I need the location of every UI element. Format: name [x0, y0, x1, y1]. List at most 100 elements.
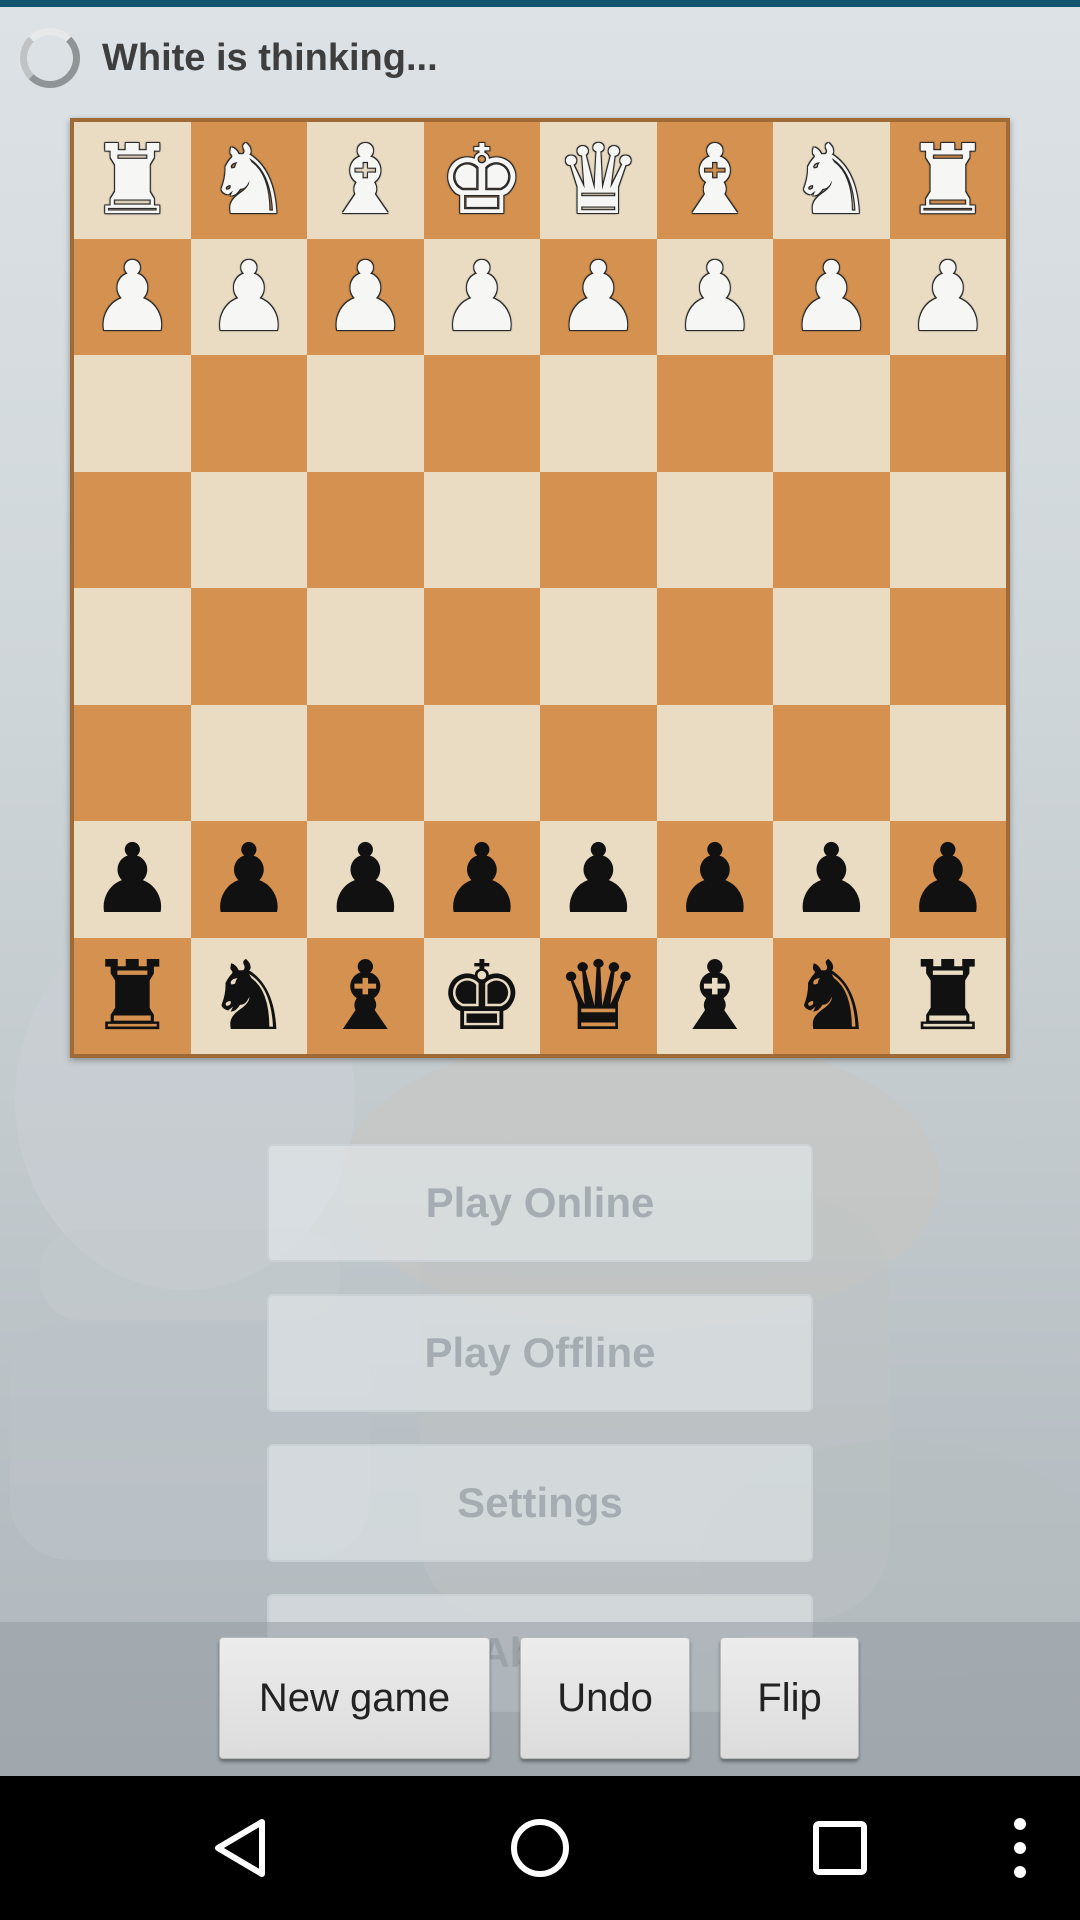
white-bishop-piece[interactable]: ♝ [322, 132, 408, 228]
board-square[interactable] [423, 588, 540, 705]
board-square[interactable]: ♟ [423, 238, 540, 355]
black-pawn-piece[interactable]: ♟ [672, 831, 758, 927]
board-square[interactable] [307, 355, 424, 472]
black-pawn-piece[interactable]: ♟ [89, 831, 175, 927]
board-square[interactable]: ♝ [307, 122, 424, 239]
white-king-piece[interactable]: ♚ [439, 132, 525, 228]
board-square[interactable]: ♛ [540, 122, 657, 239]
board-square[interactable]: ♝ [656, 937, 773, 1054]
board-square[interactable] [307, 471, 424, 588]
board-square[interactable] [540, 704, 657, 821]
board-square[interactable] [423, 704, 540, 821]
board-square[interactable]: ♟ [307, 821, 424, 938]
black-pawn-piece[interactable]: ♟ [905, 831, 991, 927]
board-square[interactable]: ♛ [540, 937, 657, 1054]
board-square[interactable]: ♟ [889, 821, 1006, 938]
board-square[interactable]: ♝ [307, 937, 424, 1054]
board-square[interactable]: ♟ [307, 238, 424, 355]
board-square[interactable]: ♜ [74, 122, 191, 239]
undo-button[interactable]: Undo [520, 1637, 690, 1759]
board-square[interactable]: ♟ [656, 238, 773, 355]
board-square[interactable]: ♟ [74, 238, 191, 355]
white-pawn-piece[interactable]: ♟ [788, 249, 874, 345]
board-square[interactable]: ♜ [889, 937, 1006, 1054]
board-square[interactable] [656, 471, 773, 588]
board-square[interactable] [540, 588, 657, 705]
board-square[interactable] [190, 471, 307, 588]
white-rook-piece[interactable]: ♜ [905, 132, 991, 228]
board-square[interactable]: ♟ [74, 821, 191, 938]
back-triangle-icon[interactable] [206, 1812, 278, 1884]
white-knight-piece[interactable]: ♞ [206, 132, 292, 228]
black-bishop-piece[interactable]: ♝ [322, 948, 408, 1044]
board-square[interactable]: ♟ [540, 238, 657, 355]
white-knight-piece[interactable]: ♞ [788, 132, 874, 228]
black-pawn-piece[interactable]: ♟ [788, 831, 874, 927]
play-online-button[interactable]: Play Online [267, 1144, 813, 1262]
board-square[interactable]: ♟ [773, 821, 890, 938]
board-square[interactable] [307, 704, 424, 821]
board-square[interactable]: ♟ [423, 821, 540, 938]
board-square[interactable]: ♚ [423, 937, 540, 1054]
board-square[interactable] [889, 471, 1006, 588]
black-knight-piece[interactable]: ♞ [788, 948, 874, 1044]
white-pawn-piece[interactable]: ♟ [322, 249, 408, 345]
board-square[interactable] [889, 704, 1006, 821]
chess-board[interactable]: ♜ ♞ ♝ ♚ ♛ ♝ ♞ ♜ ♟ ♟ ♟ ♟ ♟ ♟ ♟ ♟ ♟ ♟ ♟ ♟ ♟ ♟ ♟ ♟ ♜ ♞ ♝ ♚ ♛ ♝ ♞ ♜ [74, 122, 1006, 1054]
white-pawn-piece[interactable]: ♟ [439, 249, 525, 345]
board-square[interactable] [773, 355, 890, 472]
board-square[interactable]: ♞ [773, 937, 890, 1054]
board-square[interactable] [656, 355, 773, 472]
board-square[interactable]: ♜ [889, 122, 1006, 239]
white-pawn-piece[interactable]: ♟ [555, 249, 641, 345]
play-offline-button[interactable]: Play Offline [267, 1294, 813, 1412]
board-square[interactable] [190, 588, 307, 705]
overflow-dots-icon[interactable] [984, 1812, 1056, 1884]
board-square[interactable]: ♞ [190, 122, 307, 239]
board-square[interactable] [773, 588, 890, 705]
board-square[interactable]: ♟ [190, 238, 307, 355]
settings-button[interactable]: Settings [267, 1444, 813, 1562]
black-knight-piece[interactable]: ♞ [206, 948, 292, 1044]
new-game-button[interactable]: New game [219, 1637, 490, 1759]
board-square[interactable] [540, 355, 657, 472]
white-pawn-piece[interactable]: ♟ [905, 249, 991, 345]
board-square[interactable]: ♞ [190, 937, 307, 1054]
black-pawn-piece[interactable]: ♟ [206, 831, 292, 927]
board-square[interactable] [423, 471, 540, 588]
board-square[interactable] [773, 471, 890, 588]
black-pawn-piece[interactable]: ♟ [555, 831, 641, 927]
board-square[interactable] [307, 588, 424, 705]
board-square[interactable]: ♝ [656, 122, 773, 239]
board-square[interactable] [773, 704, 890, 821]
board-square[interactable] [190, 355, 307, 472]
board-square[interactable] [656, 704, 773, 821]
board-square[interactable] [889, 588, 1006, 705]
home-circle-icon[interactable] [504, 1812, 576, 1884]
board-square[interactable] [74, 471, 191, 588]
board-square[interactable] [190, 704, 307, 821]
white-pawn-piece[interactable]: ♟ [206, 249, 292, 345]
white-queen-piece[interactable]: ♛ [555, 132, 641, 228]
board-square[interactable]: ♜ [74, 937, 191, 1054]
black-bishop-piece[interactable]: ♝ [672, 948, 758, 1044]
black-queen-piece[interactable]: ♛ [555, 948, 641, 1044]
board-square[interactable]: ♟ [656, 821, 773, 938]
black-pawn-piece[interactable]: ♟ [322, 831, 408, 927]
black-pawn-piece[interactable]: ♟ [439, 831, 525, 927]
white-pawn-piece[interactable]: ♟ [672, 249, 758, 345]
board-square[interactable] [74, 355, 191, 472]
board-square[interactable]: ♚ [423, 122, 540, 239]
board-square[interactable] [656, 588, 773, 705]
board-square[interactable] [423, 355, 540, 472]
board-square[interactable]: ♟ [190, 821, 307, 938]
board-square[interactable] [74, 704, 191, 821]
board-square[interactable] [74, 588, 191, 705]
board-square[interactable]: ♟ [889, 238, 1006, 355]
board-square[interactable] [889, 355, 1006, 472]
black-king-piece[interactable]: ♚ [439, 948, 525, 1044]
white-pawn-piece[interactable]: ♟ [89, 249, 175, 345]
black-rook-piece[interactable]: ♜ [89, 948, 175, 1044]
board-square[interactable]: ♟ [540, 821, 657, 938]
white-rook-piece[interactable]: ♜ [89, 132, 175, 228]
